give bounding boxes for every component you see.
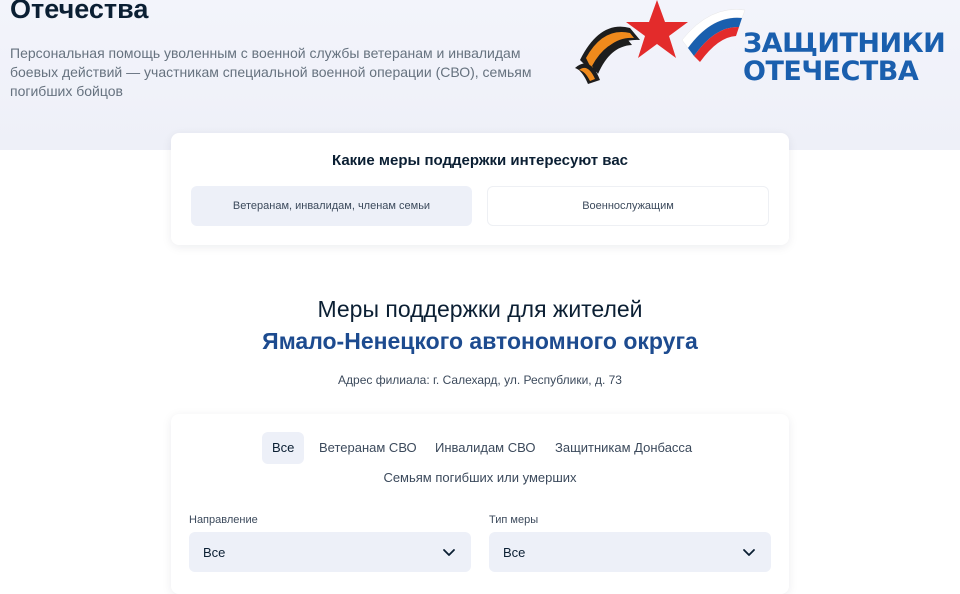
chip-svo-disabled[interactable]: Инвалидам СВО <box>425 432 545 464</box>
star-icon <box>626 0 688 58</box>
logo-wordmark: ЗАЩИТНИКИ ОТЕЧЕСТВА <box>743 28 946 87</box>
measures-title: Меры поддержки для жителей <box>317 296 643 322</box>
chip-donbass-defenders[interactable]: Защитникам Донбасса <box>545 432 702 464</box>
branch-address: Адрес филиала: г. Салехард, ул. Республи… <box>338 373 622 387</box>
option-veterans-button[interactable]: Ветеранам, инвалидам, членам семьи <box>191 186 472 226</box>
measure-type-value: Все <box>503 544 526 560</box>
support-type-card: Какие меры поддержки интересуют вас Вете… <box>171 133 789 245</box>
direction-label: Направление <box>189 514 258 526</box>
ribbon-icon <box>575 26 640 84</box>
measure-type-label: Тип меры <box>489 514 539 526</box>
measure-type-select[interactable]: Все <box>489 532 771 572</box>
hero-description: Персональная помощь уволенным с военной … <box>10 45 532 99</box>
logo-line-1: ЗАЩИТНИКИ <box>743 28 946 59</box>
support-type-title: Какие меры поддержки интересуют вас <box>331 152 629 169</box>
direction-value: Все <box>203 544 226 560</box>
logo-line-2: ОТЕЧЕСТВА <box>743 56 919 87</box>
chevron-down-icon <box>443 549 455 556</box>
option-servicemen-button[interactable]: Военнослужащим <box>487 186 769 226</box>
direction-select[interactable]: Все <box>189 532 471 572</box>
hero-section: Отечества Персональная помощь уволенным … <box>0 0 960 150</box>
measures-region: Ямало-Ненецкого автономного округа <box>262 328 698 354</box>
page-title: Отечества <box>10 0 149 24</box>
chevron-down-icon <box>743 549 755 556</box>
chip-all[interactable]: Все <box>262 432 305 464</box>
chip-families-of-fallen[interactable]: Семьям погибших или умерших <box>171 467 789 489</box>
filters-card: Все Ветеранам СВО Инвалидам СВО Защитник… <box>171 414 789 594</box>
chip-svo-veterans[interactable]: Ветеранам СВО <box>309 432 427 464</box>
flag-ribbon-icon <box>681 9 746 62</box>
